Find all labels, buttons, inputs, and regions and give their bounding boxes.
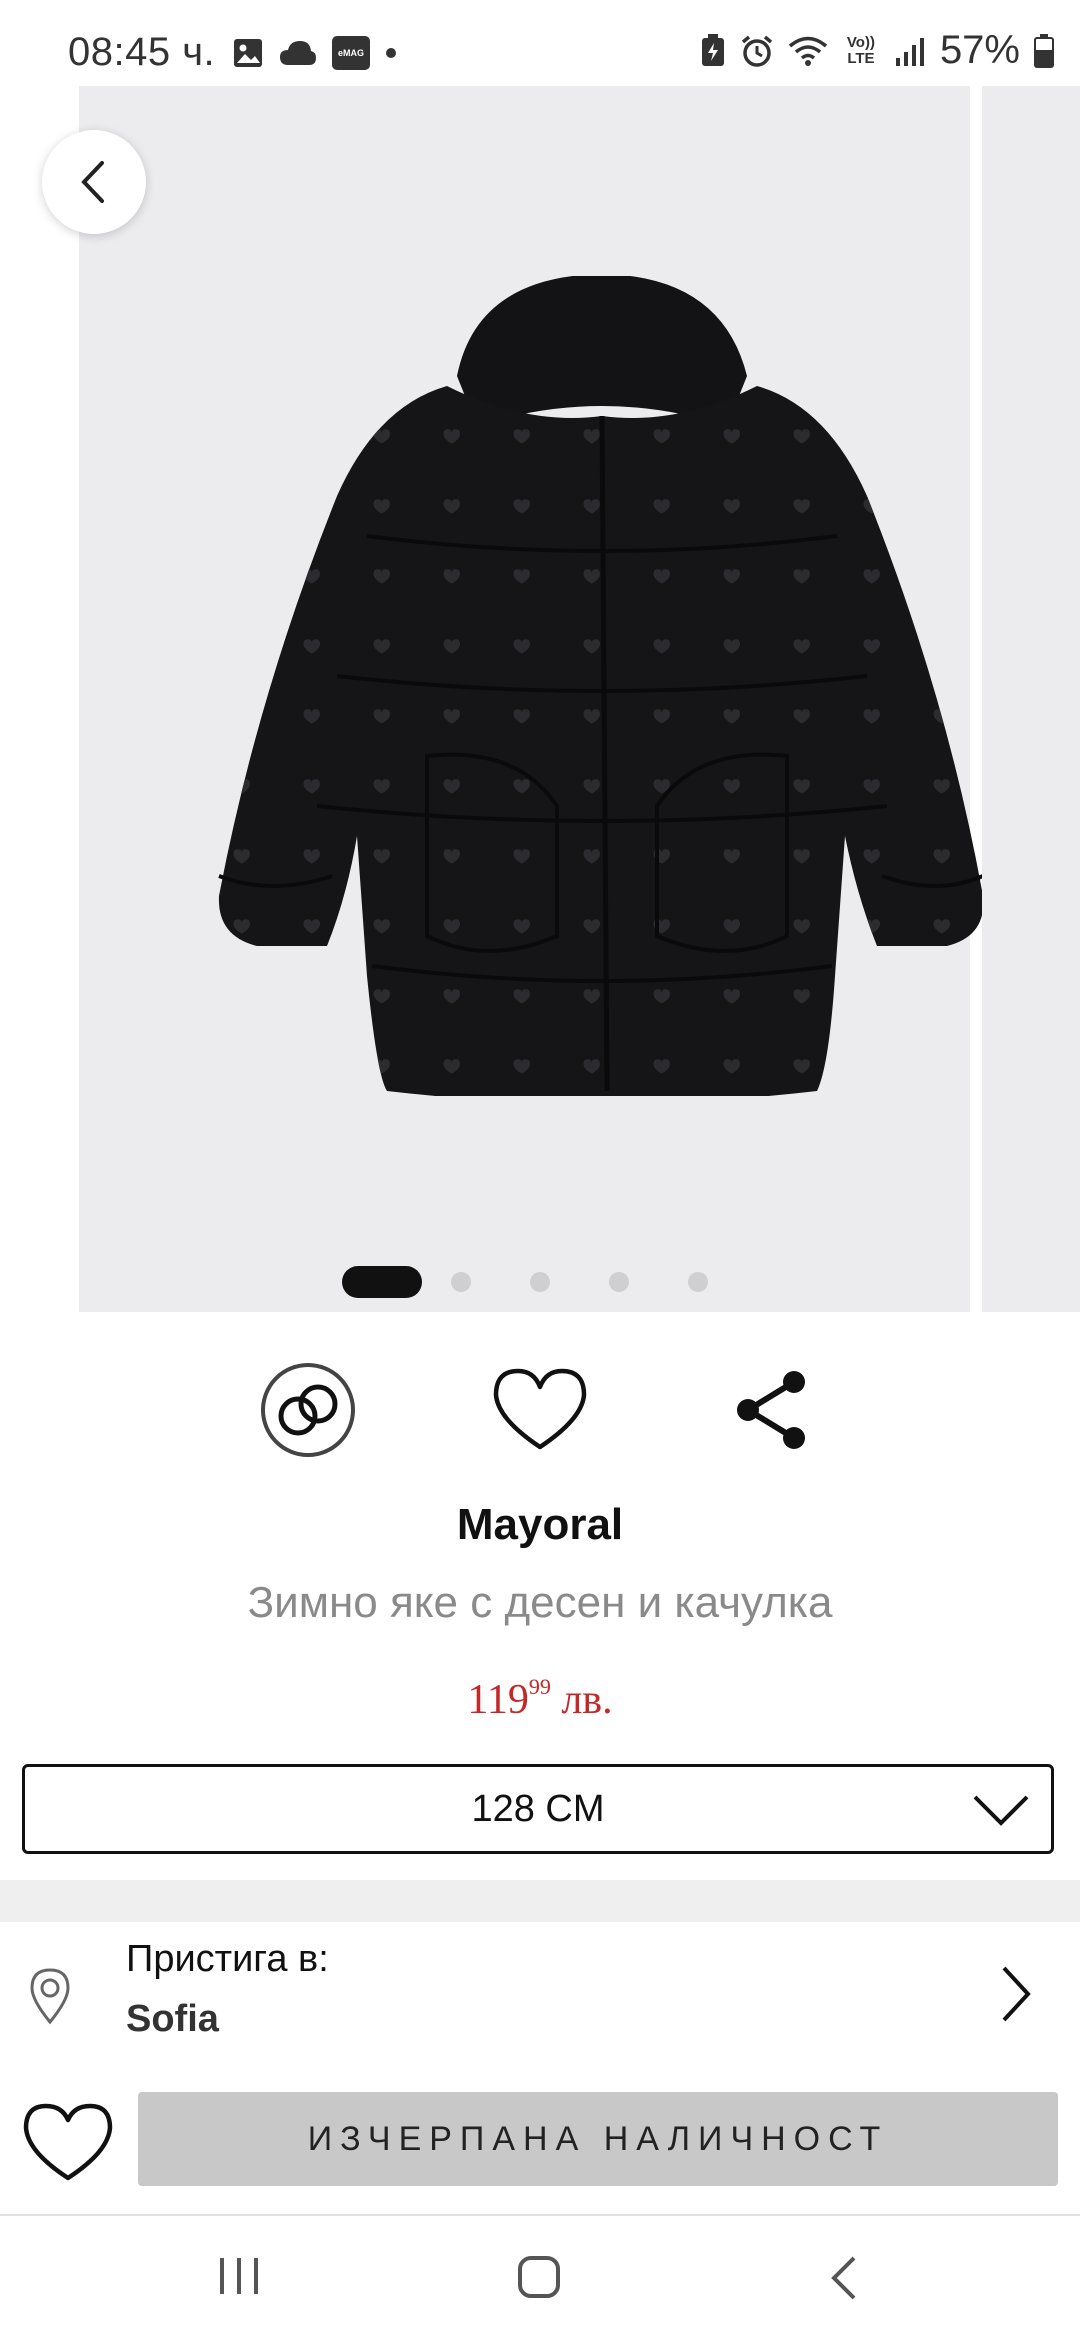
heart-icon[interactable] bbox=[22, 2102, 114, 2184]
carousel-dot-active[interactable] bbox=[342, 1266, 422, 1298]
share-button[interactable] bbox=[722, 1360, 822, 1460]
system-navigation-bar bbox=[0, 2216, 1080, 2340]
product-price: 11999 лв. bbox=[0, 1674, 1080, 1724]
carousel-dot[interactable] bbox=[609, 1272, 629, 1292]
gallery-icon bbox=[234, 39, 262, 67]
status-bar: 08:45 ч. eMAG Vo)) LTE 57% bbox=[0, 0, 1080, 86]
size-selected-value: 128 CM bbox=[471, 1787, 605, 1830]
next-image-peek[interactable] bbox=[982, 86, 1080, 1312]
emag-app-icon: eMAG bbox=[332, 36, 370, 70]
price-cents: 99 bbox=[528, 1674, 551, 1699]
battery-saver-icon bbox=[701, 33, 724, 66]
carousel-dot[interactable] bbox=[530, 1272, 550, 1292]
product-title: Зимно яке с десен и качулка bbox=[247, 1578, 833, 1627]
product-image bbox=[218, 276, 984, 1096]
share-icon bbox=[737, 1371, 805, 1449]
size-dropdown[interactable]: 128 CM bbox=[22, 1764, 1054, 1854]
chevron-down-icon bbox=[973, 1795, 1029, 1826]
product-actions bbox=[0, 1360, 1080, 1460]
signal-icon bbox=[895, 37, 924, 66]
back-button[interactable] bbox=[42, 130, 146, 234]
carousel-dot[interactable] bbox=[688, 1272, 708, 1292]
favorite-button[interactable] bbox=[490, 1360, 590, 1460]
alarm-icon bbox=[741, 35, 773, 67]
compare-button[interactable] bbox=[258, 1360, 358, 1460]
cloud-icon bbox=[280, 41, 316, 65]
delivery-city: Sofia bbox=[126, 1998, 219, 2040]
battery-percent: 57% bbox=[939, 28, 1020, 72]
recent-apps-icon[interactable] bbox=[214, 2254, 264, 2298]
home-icon[interactable] bbox=[516, 2254, 562, 2300]
status-icons-left: eMAG bbox=[232, 36, 398, 70]
volte-icon: Vo)) LTE bbox=[846, 33, 875, 67]
dot-icon bbox=[386, 48, 396, 58]
section-divider bbox=[0, 1880, 1080, 1922]
wifi-icon bbox=[788, 36, 828, 66]
price-main: 119 bbox=[467, 1677, 529, 1723]
chevron-right-icon bbox=[1002, 1966, 1031, 2022]
carousel-dot[interactable] bbox=[451, 1272, 471, 1292]
product-image-slide[interactable] bbox=[79, 86, 984, 1312]
status-icons-right: Vo)) LTE 57% bbox=[700, 28, 1054, 73]
price-currency: лв. bbox=[550, 1677, 613, 1723]
battery-icon bbox=[1034, 33, 1054, 68]
carousel-dots bbox=[0, 1262, 1080, 1302]
delivery-label: Пристига в: bbox=[126, 1938, 329, 1980]
back-icon[interactable] bbox=[826, 2254, 862, 2302]
purchase-bar: ИЗЧЕРПАНА НАЛИЧНОСТ bbox=[0, 2070, 1080, 2217]
product-image-gallery[interactable] bbox=[0, 86, 1080, 1314]
compare-icon bbox=[261, 1363, 355, 1457]
location-pin-icon bbox=[30, 1968, 70, 2025]
delivery-location-row[interactable]: Пристига в: Sofia bbox=[0, 1922, 1080, 2070]
heart-icon bbox=[493, 1368, 587, 1450]
product-brand[interactable]: Mayoral bbox=[0, 1500, 1080, 1550]
chevron-left-icon bbox=[81, 161, 104, 203]
out-of-stock-button[interactable]: ИЗЧЕРПАНА НАЛИЧНОСТ bbox=[138, 2092, 1058, 2186]
status-time: 08:45 ч. bbox=[68, 30, 216, 74]
